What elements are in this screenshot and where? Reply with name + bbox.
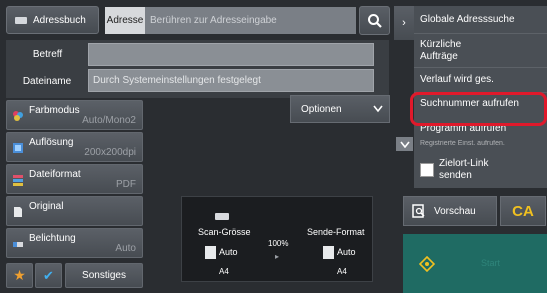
menu-item-label: Registrierte Einst. aufrufen. bbox=[420, 140, 505, 147]
search-button[interactable] bbox=[359, 6, 390, 35]
file-format-value: PDF bbox=[116, 179, 136, 190]
menu-item-label: Verlauf wird ges. bbox=[420, 74, 494, 85]
color-mode-icon bbox=[13, 111, 23, 121]
other-button[interactable]: Sonstiges bbox=[65, 263, 143, 288]
scan-size-label: Scan-Grösse bbox=[198, 227, 251, 237]
ca-button[interactable]: CA bbox=[500, 196, 546, 226]
color-mode-button[interactable]: Farbmodus Auto/Mono2 bbox=[6, 100, 143, 130]
send-format-label: Sende-Format bbox=[307, 227, 365, 237]
menu-registered[interactable]: Registrierte Einst. aufrufen. bbox=[414, 140, 547, 147]
original-icon bbox=[14, 207, 22, 217]
options-label: Optionen bbox=[301, 103, 342, 115]
scan-size-paper: A4 bbox=[219, 267, 229, 276]
page-icon-right bbox=[323, 246, 334, 259]
start-label: Start bbox=[481, 258, 501, 268]
scanner-icon bbox=[215, 213, 229, 220]
address-tab[interactable]: Adresse bbox=[105, 7, 145, 34]
arrow-right-icon: ▸ bbox=[275, 252, 280, 261]
target-link-checkbox[interactable] bbox=[420, 163, 434, 177]
menu-scroll-button[interactable] bbox=[396, 137, 413, 151]
divider bbox=[414, 67, 547, 68]
scan-info-panel: Scan-Grösse Auto A4 100% ▸ Sende-Format … bbox=[181, 196, 373, 282]
search-icon bbox=[367, 13, 382, 28]
chevron-down-icon bbox=[399, 141, 410, 148]
favorite-button[interactable]: ★ bbox=[6, 263, 33, 288]
ca-label: CA bbox=[512, 202, 534, 220]
preview-button[interactable]: Vorschau bbox=[403, 196, 497, 226]
addressbook-label: Adressbuch bbox=[33, 14, 86, 26]
start-diamond-icon bbox=[419, 256, 435, 272]
filename-placeholder: Durch Systemeinstellungen festgelegt bbox=[93, 75, 261, 86]
subject-field[interactable] bbox=[88, 43, 374, 66]
addressbook-icon bbox=[15, 16, 27, 24]
page-icon-left bbox=[205, 246, 216, 259]
menu-item-label: Kürzliche Aufträge bbox=[420, 39, 462, 62]
exposure-label: Belichtung bbox=[29, 233, 76, 244]
color-mode-value: Auto/Mono2 bbox=[82, 115, 136, 126]
original-label: Original bbox=[29, 201, 64, 212]
options-button[interactable]: Optionen bbox=[290, 95, 390, 123]
subject-label: Betreff bbox=[32, 48, 63, 60]
preview-icon bbox=[412, 204, 425, 218]
resolution-label: Auflösung bbox=[29, 137, 74, 148]
filename-label: Dateiname bbox=[22, 75, 72, 87]
menu-item-label: Globale Adresssuche bbox=[420, 14, 515, 25]
menu-recent-jobs[interactable]: Kürzliche Aufträge bbox=[414, 39, 494, 63]
target-link-label: Zielort-Link senden bbox=[439, 158, 489, 181]
file-format-button[interactable]: Dateiformat PDF bbox=[6, 164, 143, 194]
menu-history[interactable]: Verlauf wird ges. bbox=[414, 74, 547, 85]
menu-global-address-search[interactable]: Globale Adresssuche bbox=[414, 14, 547, 25]
preview-label: Vorschau bbox=[434, 205, 476, 217]
scan-size-value: Auto bbox=[219, 247, 238, 257]
address-input[interactable]: Berühren zur Adresseingabe bbox=[145, 7, 356, 34]
resolution-value: 200x200dpi bbox=[84, 147, 136, 158]
filename-field[interactable]: Durch Systemeinstellungen festgelegt bbox=[88, 69, 374, 92]
original-button[interactable]: Original bbox=[6, 196, 143, 226]
file-format-icon bbox=[13, 175, 23, 186]
address-tab-label: Adresse bbox=[106, 15, 144, 26]
chevron-down-icon bbox=[373, 105, 383, 113]
start-button[interactable]: Start bbox=[403, 234, 547, 293]
star-icon: ★ bbox=[13, 267, 26, 283]
color-mode-label: Farbmodus bbox=[29, 105, 80, 116]
exposure-value: Auto bbox=[115, 243, 136, 254]
send-format-value: Auto bbox=[337, 247, 356, 257]
other-label: Sonstiges bbox=[82, 270, 126, 281]
send-format-paper: A4 bbox=[337, 267, 347, 276]
check-icon: ✔ bbox=[43, 267, 54, 283]
divider bbox=[414, 33, 547, 34]
menu-toggle-button[interactable]: › bbox=[394, 6, 414, 40]
address-placeholder: Berühren zur Adresseingabe bbox=[150, 15, 277, 26]
file-format-label: Dateiformat bbox=[29, 169, 81, 180]
resolution-icon bbox=[13, 143, 23, 153]
chevron-right-icon: › bbox=[402, 17, 406, 29]
check-button[interactable]: ✔ bbox=[35, 263, 62, 288]
highlight-frame bbox=[410, 92, 547, 126]
ratio-value: 100% bbox=[268, 239, 289, 248]
exposure-button[interactable]: Belichtung Auto bbox=[6, 228, 143, 258]
addressbook-button[interactable]: Adressbuch bbox=[6, 6, 99, 34]
resolution-button[interactable]: Auflösung 200x200dpi bbox=[6, 132, 143, 162]
exposure-icon bbox=[13, 242, 23, 247]
